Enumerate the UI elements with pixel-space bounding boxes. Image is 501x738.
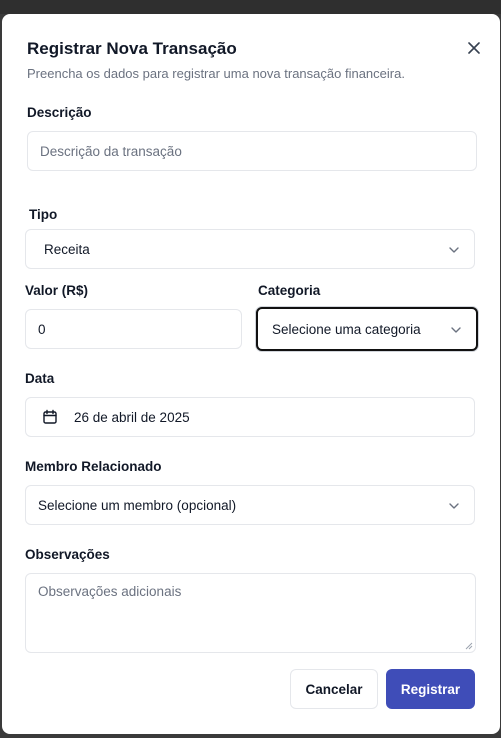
resize-handle-icon[interactable] — [465, 642, 473, 650]
categoria-select[interactable]: Selecione uma categoria — [256, 307, 478, 351]
close-icon — [468, 42, 480, 54]
descricao-label: Descrição — [27, 105, 92, 120]
categoria-label: Categoria — [258, 283, 321, 298]
descricao-placeholder: Descrição da transação — [40, 143, 182, 159]
tipo-label: Tipo — [29, 207, 58, 222]
dialog-title: Registrar Nova Transação — [27, 39, 237, 58]
cancel-button[interactable]: Cancelar — [290, 669, 378, 709]
data-value: 26 de abril de 2025 — [74, 409, 190, 425]
chevron-down-icon — [449, 247, 459, 253]
descricao-input[interactable]: Descrição da transação — [27, 131, 477, 171]
valor-value: 0 — [38, 321, 46, 337]
dialog-subtitle: Preencha os dados para registrar uma nov… — [27, 66, 405, 81]
observacoes-placeholder: Observações adicionais — [38, 584, 182, 599]
membro-select[interactable]: Selecione um membro (opcional) — [25, 485, 475, 525]
valor-label: Valor (R$) — [25, 283, 89, 298]
valor-input[interactable]: 0 — [25, 309, 242, 349]
backdrop — [0, 0, 501, 14]
calendar-icon — [43, 409, 57, 424]
membro-value: Selecione um membro (opcional) — [38, 497, 237, 513]
register-button[interactable]: Registrar — [386, 669, 475, 709]
tipo-select[interactable]: Receita — [25, 229, 475, 269]
close-button[interactable] — [464, 38, 484, 58]
categoria-value: Selecione uma categoria — [272, 321, 421, 337]
chevron-down-icon — [451, 327, 461, 333]
observacoes-textarea[interactable]: Observações adicionais — [25, 573, 476, 653]
tipo-value: Receita — [44, 241, 90, 257]
transaction-dialog: Registrar Nova Transação Preencha os dad… — [2, 14, 500, 734]
observacoes-label: Observações — [25, 547, 110, 562]
data-label: Data — [25, 371, 55, 386]
chevron-down-icon — [449, 503, 459, 509]
data-picker[interactable]: 26 de abril de 2025 — [25, 397, 475, 437]
membro-label: Membro Relacionado — [25, 459, 162, 474]
